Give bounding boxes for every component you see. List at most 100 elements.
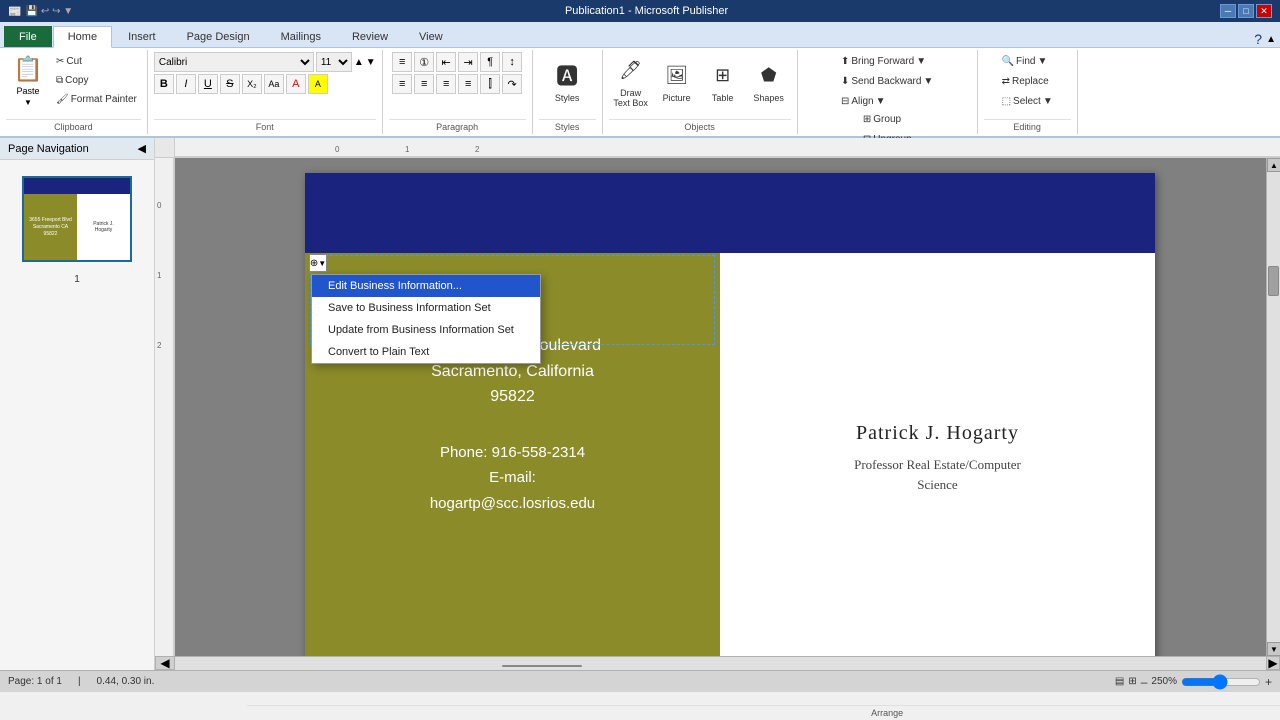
font-family-select[interactable]: Calibri [154,52,314,72]
svg-text:1: 1 [405,145,410,154]
indent-more-button[interactable]: ⇥ [458,52,478,72]
align-button[interactable]: ⊟ Align ▼ [837,92,890,110]
scroll-left-button[interactable]: ◀ [155,656,175,670]
strikethrough-button[interactable]: S [220,74,240,94]
paste-button[interactable]: 📋 Paste ▼ [6,52,50,110]
page-thumbnail[interactable]: 3655 Freeport BlvdSacramento CA95822 Pat… [22,176,132,262]
styles-button[interactable]: 🅰 Styles [545,52,589,110]
svg-text:0: 0 [335,145,340,154]
scroll-up-button[interactable]: ▲ [1267,158,1280,172]
ribbon-collapse-icon[interactable]: ▲ [1266,34,1276,45]
quick-access[interactable]: 💾 ↩ ↪ ▼ [26,6,73,17]
window-controls[interactable]: ─ □ ✕ [1220,4,1272,18]
font-size-select[interactable]: 11 [316,52,352,72]
tab-mailings[interactable]: Mailings [266,26,336,47]
align-right-button[interactable]: ≡ [436,74,456,94]
tab-page-design[interactable]: Page Design [172,26,265,47]
justify-button[interactable]: ≡ [458,74,478,94]
vertical-scrollbar[interactable]: ▲ ▼ [1266,158,1280,656]
maximize-button[interactable]: □ [1238,4,1254,18]
main-layout: Page Navigation ◀ 3655 Freeport BlvdSacr… [0,138,1280,670]
page-number: 1 [0,274,154,285]
horizontal-scrollbar[interactable] [175,656,1266,670]
table-button[interactable]: ⊞ Table [701,52,745,110]
canvas-body: 0 1 2 [155,158,1280,656]
select-dropdown[interactable]: ▼ [1043,96,1053,107]
scroll-right-button[interactable]: ▶ [1266,656,1280,670]
italic-button[interactable]: I [176,74,196,94]
person-title: Professor Real Estate/Computer Science [854,455,1021,494]
draw-text-box-button[interactable]: 🖊 DrawText Box [609,52,653,110]
paste-dropdown-icon[interactable]: ▼ [24,98,32,107]
view-btn-1[interactable]: ▤ [1115,676,1124,687]
line-spacing-button[interactable]: ↕ [502,52,522,72]
underline-button[interactable]: U [198,74,218,94]
shapes-button[interactable]: ⬟ Shapes [747,52,791,110]
numbering-button[interactable]: ① [414,52,434,72]
zoom-slider[interactable] [1181,674,1261,690]
ruler-corner [155,138,175,158]
find-dropdown[interactable]: ▼ [1037,56,1047,67]
subscript-button[interactable]: X₂ [242,74,262,94]
bold-button[interactable]: B [154,74,174,94]
format-painter-button[interactable]: 🖌 Format Painter [52,90,141,108]
indent-less-button[interactable]: ⇤ [436,52,456,72]
align-center-button[interactable]: ≡ [414,74,434,94]
replace-button[interactable]: ⇄ Replace [998,72,1053,90]
paragraph-row1: ≡ ① ⇤ ⇥ ¶ ↕ [392,52,522,72]
page-nav-title: Page Navigation [8,143,89,155]
page-nav-collapse[interactable]: ◀ [138,142,146,155]
increase-font-icon[interactable]: ▲ [354,57,364,68]
tab-file[interactable]: File [4,26,52,47]
bullets-button[interactable]: ≡ [392,52,412,72]
menu-item-edit-business-info[interactable]: Edit Business Information... [312,275,540,297]
font-color-button[interactable]: A [286,74,306,94]
zoom-out-button[interactable]: – [1141,675,1148,689]
scroll-thumb-h[interactable] [502,665,582,667]
tab-review[interactable]: Review [337,26,403,47]
bring-forward-button[interactable]: ⬆ Bring Forward ▼ [837,52,930,70]
send-backward-button[interactable]: ⬇ Send Backward ▼ [837,72,937,90]
styles-content: 🅰 Styles [545,52,589,119]
bring-forward-dropdown[interactable]: ▼ [916,56,926,67]
menu-item-convert-to-plain-text[interactable]: Convert to Plain Text [312,341,540,363]
page-left-section: ⊕ ▼ Edit Business Information... Save to… [305,253,720,656]
smart-tag-dropdown-arrow[interactable]: ▼ [318,259,326,268]
clipboard-col: ✂ Cut ⧉ Copy 🖌 Format Painter [52,52,141,108]
paragraph-marks-button[interactable]: ¶ [480,52,500,72]
columns-button[interactable]: ⫿ [480,74,500,94]
text-direction-button[interactable]: ↷ [502,74,522,94]
send-backward-dropdown[interactable]: ▼ [923,76,933,87]
select-button[interactable]: ⬚ Select ▼ [998,92,1057,110]
decrease-font-icon[interactable]: ▼ [366,57,376,68]
cut-button[interactable]: ✂ Cut [52,52,141,70]
group-button[interactable]: ⊞ Group [859,110,920,128]
align-icon: ⊟ [841,96,849,107]
send-backward-label: Send Backward [851,76,921,87]
menu-item-save-business-info[interactable]: Save to Business Information Set [312,297,540,319]
align-dropdown[interactable]: ▼ [876,96,886,107]
smart-tag-button[interactable]: ⊕ ▼ [309,254,327,272]
zoom-in-button[interactable]: + [1265,675,1272,689]
help-icon[interactable]: ? [1254,31,1262,47]
scroll-thumb-v[interactable] [1268,266,1279,296]
text-box-selected[interactable]: ⊕ ▼ Edit Business Information... Save to… [310,255,715,345]
view-btn-2[interactable]: ⊞ [1128,676,1136,687]
tab-insert[interactable]: Insert [113,26,171,47]
svg-text:2: 2 [475,145,480,154]
highlight-button[interactable]: A [308,74,328,94]
menu-item-update-business-info[interactable]: Update from Business Information Set [312,319,540,341]
align-left-button[interactable]: ≡ [392,74,412,94]
scroll-down-button[interactable]: ▼ [1267,642,1280,656]
minimize-button[interactable]: ─ [1220,4,1236,18]
picture-button[interactable]: 🖼 Picture [655,52,699,110]
copy-button[interactable]: ⧉ Copy [52,71,141,89]
replace-icon: ⇄ [1002,76,1010,87]
find-button[interactable]: 🔍 Find ▼ [998,52,1052,70]
change-case-button[interactable]: Aa [264,74,284,94]
tab-home[interactable]: Home [53,26,112,48]
tab-view[interactable]: View [404,26,458,47]
styles-label: Styles [555,93,580,103]
font-content: Calibri 11 ▲ ▼ B I U S X₂ Aa A A [154,52,376,119]
close-button[interactable]: ✕ [1256,4,1272,18]
